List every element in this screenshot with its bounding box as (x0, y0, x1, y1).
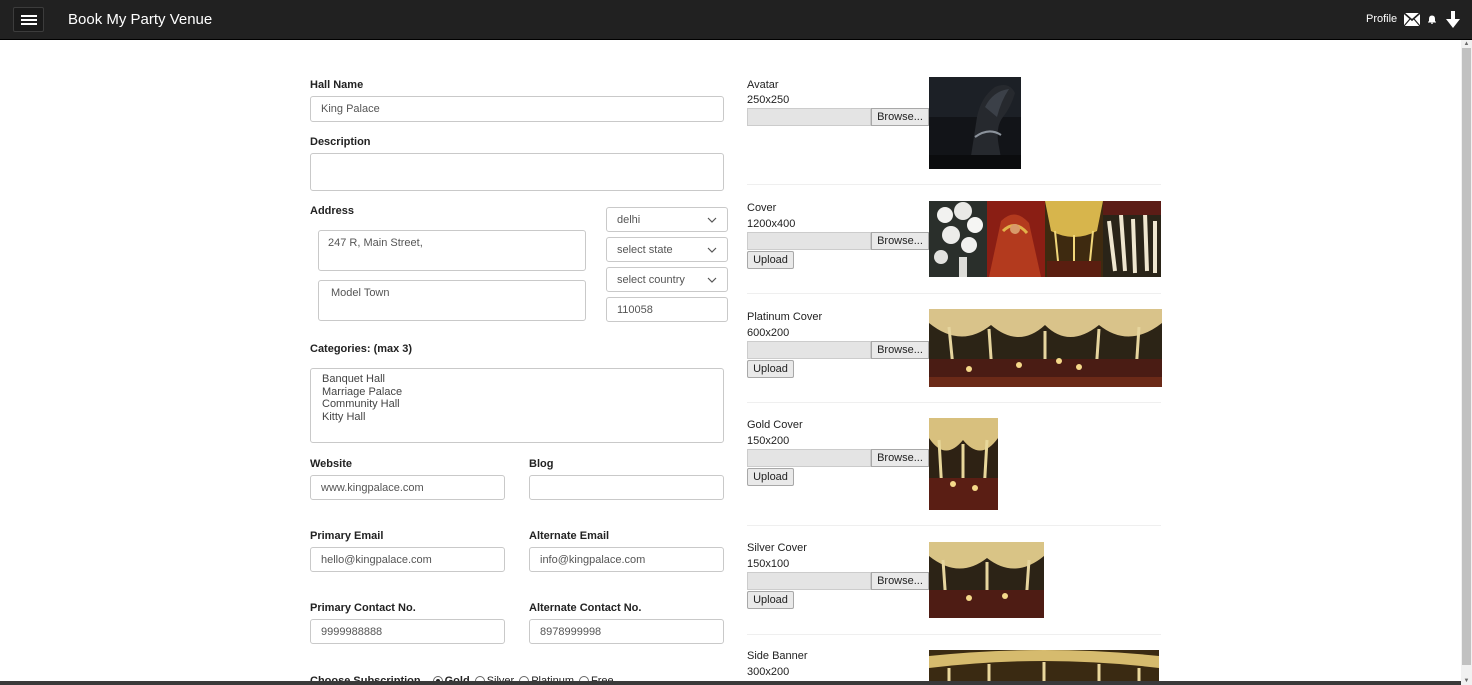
cover-title: Cover (747, 202, 777, 214)
hall-name-input[interactable]: King Palace (310, 96, 724, 122)
gold-cover-image (929, 418, 998, 510)
silver-cover-file-field[interactable] (747, 572, 871, 590)
side-banner-size: 300x200 (747, 666, 790, 678)
avatar-image (929, 77, 1021, 169)
primary-contact-input[interactable]: 9999988888 (310, 619, 505, 644)
silver-cover-title: Silver Cover (747, 542, 807, 554)
primary-email-input[interactable]: hello@kingpalace.com (310, 547, 505, 572)
address-label: Address (310, 205, 355, 217)
silver-cover-upload-button[interactable]: Upload (747, 591, 794, 609)
category-option[interactable]: Kitty Hall (322, 411, 712, 424)
avatar-title: Avatar (747, 79, 779, 91)
scrollbar-thumb[interactable] (1462, 48, 1471, 665)
hall-name-label: Hall Name (310, 79, 364, 91)
address-line2-input[interactable]: Model Town (318, 280, 586, 321)
silver-cover-image (929, 542, 1044, 618)
cover-file-field[interactable] (747, 232, 871, 250)
gold-cover-size: 150x200 (747, 435, 790, 447)
section-divider (747, 402, 1161, 403)
city-select[interactable]: delhi (606, 207, 728, 232)
cover-upload-button[interactable]: Upload (747, 251, 794, 269)
blog-input[interactable] (529, 475, 724, 500)
section-divider (747, 525, 1161, 526)
website-label: Website (310, 458, 352, 470)
avatar-browse-button[interactable]: Browse... (871, 108, 929, 126)
state-select[interactable]: select state (606, 237, 728, 262)
alternate-contact-input[interactable]: 8978999998 (529, 619, 724, 644)
bottom-edge (0, 681, 1461, 685)
description-textarea[interactable] (310, 153, 724, 191)
platinum-cover-image (929, 309, 1162, 387)
platinum-cover-browse-button[interactable]: Browse... (871, 341, 929, 359)
description-label: Description (310, 136, 371, 148)
avatar-size: 250x250 (747, 94, 790, 106)
section-divider (747, 634, 1161, 635)
download-arrow-icon[interactable] (1446, 11, 1460, 28)
gold-cover-title: Gold Cover (747, 419, 803, 431)
scroll-up-icon[interactable]: ▲ (1462, 40, 1471, 48)
state-select-value: select state (617, 243, 673, 256)
mail-icon[interactable] (1404, 13, 1420, 26)
platinum-cover-file-field[interactable] (747, 341, 871, 359)
category-option[interactable]: Banquet Hall (322, 373, 712, 386)
alternate-contact-label: Alternate Contact No. (529, 602, 642, 614)
category-option[interactable]: Community Hall (322, 398, 712, 411)
scroll-down-icon[interactable]: ▼ (1462, 677, 1471, 685)
city-select-value: delhi (617, 213, 641, 226)
chevron-down-icon (707, 217, 717, 223)
bell-icon[interactable] (1428, 15, 1436, 24)
profile-link[interactable]: Profile (1366, 13, 1397, 25)
gold-cover-browse-button[interactable]: Browse... (871, 449, 929, 467)
side-banner-title: Side Banner (747, 650, 808, 662)
page-scrollbar[interactable]: ▲ ▼ (1461, 40, 1472, 685)
categories-listbox[interactable]: Banquet Hall Marriage Palace Community H… (310, 368, 724, 443)
address-line1-input[interactable]: 247 R, Main Street, (318, 230, 586, 271)
cover-image (929, 201, 1161, 277)
menu-icon[interactable] (13, 7, 44, 32)
section-divider (747, 184, 1161, 185)
platinum-cover-title: Platinum Cover (747, 311, 823, 323)
categories-label: Categories: (max 3) (310, 343, 413, 355)
section-divider (747, 293, 1161, 294)
silver-cover-size: 150x100 (747, 558, 790, 570)
chevron-down-icon (707, 247, 717, 253)
category-option[interactable]: Marriage Palace (322, 386, 712, 399)
avatar-file-field[interactable] (747, 108, 871, 126)
country-select[interactable]: select country (606, 267, 728, 292)
app-title[interactable]: Book My Party Venue (68, 11, 212, 28)
alternate-email-input[interactable]: info@kingpalace.com (529, 547, 724, 572)
primary-email-label: Primary Email (310, 530, 384, 542)
blog-label: Blog (529, 458, 554, 470)
cover-browse-button[interactable]: Browse... (871, 232, 929, 250)
silver-cover-browse-button[interactable]: Browse... (871, 572, 929, 590)
pincode-input[interactable]: 110058 (606, 297, 728, 322)
top-navbar: Book My Party Venue Profile (0, 0, 1472, 40)
country-select-value: select country (617, 273, 685, 286)
gold-cover-upload-button[interactable]: Upload (747, 468, 794, 486)
side-banner-image (929, 650, 1159, 681)
platinum-cover-upload-button[interactable]: Upload (747, 360, 794, 378)
primary-contact-label: Primary Contact No. (310, 602, 416, 614)
chevron-down-icon (707, 277, 717, 283)
website-input[interactable]: www.kingpalace.com (310, 475, 505, 500)
cover-size: 1200x400 (747, 218, 796, 230)
gold-cover-file-field[interactable] (747, 449, 871, 467)
platinum-cover-size: 600x200 (747, 327, 790, 339)
alternate-email-label: Alternate Email (529, 530, 610, 542)
